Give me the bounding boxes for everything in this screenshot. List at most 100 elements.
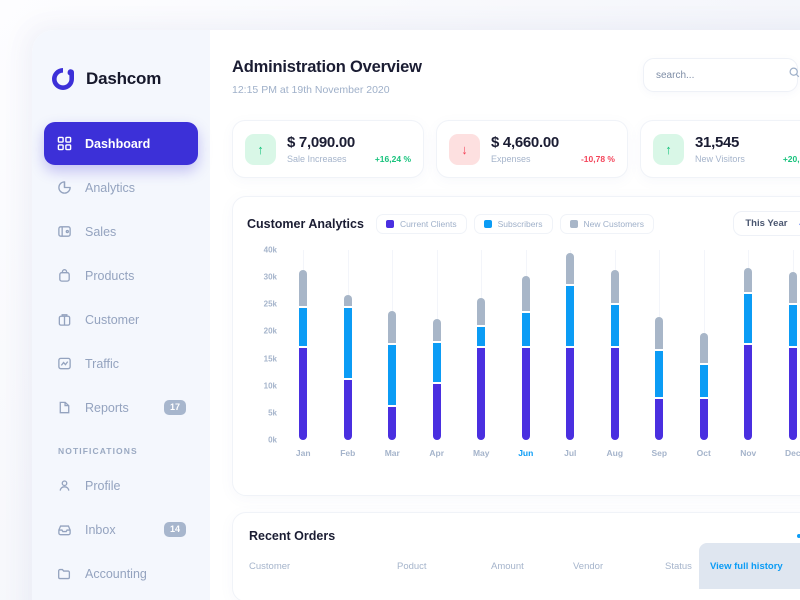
bar-segment — [343, 380, 352, 440]
x-axis-label: Apr — [429, 448, 445, 458]
bar-segment — [343, 307, 352, 379]
bar-column[interactable] — [459, 250, 504, 440]
y-axis-tick: 20k — [263, 326, 277, 336]
sidebar-item-profile[interactable]: Profile — [44, 464, 198, 507]
search-icon[interactable] — [788, 66, 800, 84]
bar-column[interactable] — [682, 250, 727, 440]
sidebar-item-reports[interactable]: Reports 17 — [44, 386, 198, 429]
bar-column[interactable] — [504, 250, 549, 440]
main-content: Administration Overview 12:15 PM at 19th… — [210, 30, 800, 600]
bar-column[interactable] — [771, 250, 800, 440]
stat-meta: New Visitors +20,90 % — [695, 154, 800, 164]
sidebar-item-label: Reports — [85, 400, 129, 415]
bar-column[interactable] — [415, 250, 460, 440]
sidebar-item-label: Customer — [85, 312, 140, 327]
stat-card-expenses[interactable]: ↓ $ 4,660.00 Expenses -10,78 % — [436, 120, 628, 178]
x-axis-label: Dec — [784, 448, 800, 458]
stat-meta: Expenses -10,78 % — [491, 154, 615, 164]
stacked-bar[interactable] — [788, 271, 797, 440]
bar-segment — [477, 297, 486, 325]
bar-segment — [655, 316, 664, 350]
chart-x-axis: Jan Feb Mar Apr May Jun Jul Aug Sep Oct Nov Dec — [281, 448, 800, 458]
stacked-bar[interactable] — [566, 252, 575, 440]
stacked-bar[interactable] — [388, 311, 397, 440]
sidebar-badge-reports: 17 — [163, 399, 186, 416]
bar-column[interactable] — [548, 250, 593, 440]
sidebar-item-dashboard[interactable]: Dashboard — [44, 122, 198, 165]
legend-item-new-customers[interactable]: New Customers — [559, 213, 654, 234]
bar-column[interactable] — [281, 250, 326, 440]
sidebar-item-sales[interactable]: Sales — [44, 210, 198, 253]
sidebar-item-accounting[interactable]: Accounting — [44, 552, 198, 595]
bar-column[interactable] — [370, 250, 415, 440]
stacked-bar[interactable] — [477, 297, 486, 440]
legend-swatch — [569, 219, 578, 228]
bar-column[interactable] — [593, 250, 638, 440]
stacked-bar[interactable] — [699, 332, 708, 440]
y-axis-tick: 30k — [263, 272, 277, 282]
stacked-bar[interactable] — [655, 316, 664, 440]
bar-segment — [299, 347, 308, 440]
stacked-bar[interactable] — [610, 270, 619, 440]
sidebar-item-analytics[interactable]: Analytics — [44, 166, 198, 209]
stacked-bar[interactable] — [521, 275, 530, 440]
user-icon — [56, 477, 73, 494]
legend-item-current-clients[interactable]: Current Clients — [375, 213, 467, 234]
stacked-bar[interactable] — [343, 294, 352, 440]
stat-value: $ 4,660.00 — [491, 134, 559, 151]
bar-column[interactable] — [326, 250, 371, 440]
stacked-bar[interactable] — [744, 267, 753, 440]
bar-column[interactable] — [637, 250, 682, 440]
sidebar-item-label: Analytics — [85, 180, 136, 195]
brand-name: Dashcom — [86, 69, 162, 88]
stat-card-new-visitors[interactable]: ↑ 31,545 New Visitors +20,90 % — [640, 120, 800, 178]
sidebar-item-label: Inbox — [85, 522, 116, 537]
orders-title: Recent Orders — [249, 529, 336, 543]
stat-body: 31,545 New Visitors +20,90 % — [695, 134, 800, 164]
x-axis-label: Mar — [384, 448, 400, 458]
legend-item-subscribers[interactable]: Subscribers — [473, 213, 553, 234]
bar-segment — [299, 270, 308, 306]
bar-segment — [388, 407, 397, 440]
orders-header: Recent Orders — [249, 529, 800, 543]
search-box[interactable] — [643, 58, 800, 92]
page-header: Administration Overview 12:15 PM at 19th… — [210, 58, 800, 96]
stacked-bar[interactable] — [299, 270, 308, 440]
stat-body: $ 4,660.00 Expenses -10,78 % — [491, 134, 615, 164]
stat-value: $ 7,090.00 — [287, 134, 355, 151]
stat-card-sale-increases[interactable]: ↑ $ 7,090.00 Sale Increases +16,24 % — [232, 120, 424, 178]
recent-orders-card: Recent Orders Customer Poduct Amount Ven… — [232, 512, 800, 600]
column-header-vendor: Vendor — [573, 561, 604, 572]
column-header-amount: Amount — [491, 561, 524, 572]
bar-segment — [610, 305, 619, 346]
sidebar-item-inbox[interactable]: Inbox 14 — [44, 508, 198, 551]
legend-label: Subscribers — [497, 218, 543, 229]
y-axis-tick: 10k — [263, 381, 277, 391]
stat-delta: +16,24 % — [374, 154, 411, 164]
bar-segment — [744, 267, 753, 293]
sidebar-item-label: Dashboard — [85, 136, 151, 151]
stat-value: 31,545 — [695, 134, 740, 151]
sidebar-item-products[interactable]: Products — [44, 254, 198, 297]
sidebar-item-traffic[interactable]: Traffic — [44, 342, 198, 385]
bar-segment — [477, 326, 486, 346]
bar-column[interactable] — [726, 250, 771, 440]
sidebar-item-customer[interactable]: Customer — [44, 298, 198, 341]
stacked-bar[interactable] — [432, 319, 441, 440]
x-axis-label: Sep — [651, 448, 668, 458]
bar-segment — [432, 319, 441, 342]
bar-segment — [788, 305, 797, 346]
bar-segment — [655, 399, 664, 440]
x-axis-label: Aug — [606, 448, 624, 458]
bar-segment — [610, 270, 619, 304]
x-axis-label: Oct — [696, 448, 711, 458]
view-full-history-option[interactable]: View full history ✓ — [699, 543, 800, 589]
bar-segment — [744, 345, 753, 440]
stat-label: Expenses — [491, 154, 531, 164]
sidebar-badge-inbox: 14 — [163, 521, 186, 538]
folder-icon — [56, 565, 73, 582]
sidebar-item-label: Traffic — [85, 356, 120, 371]
bar-segment — [655, 351, 664, 398]
search-input[interactable] — [656, 69, 788, 81]
period-select[interactable]: This Year ⌄ — [733, 211, 800, 236]
